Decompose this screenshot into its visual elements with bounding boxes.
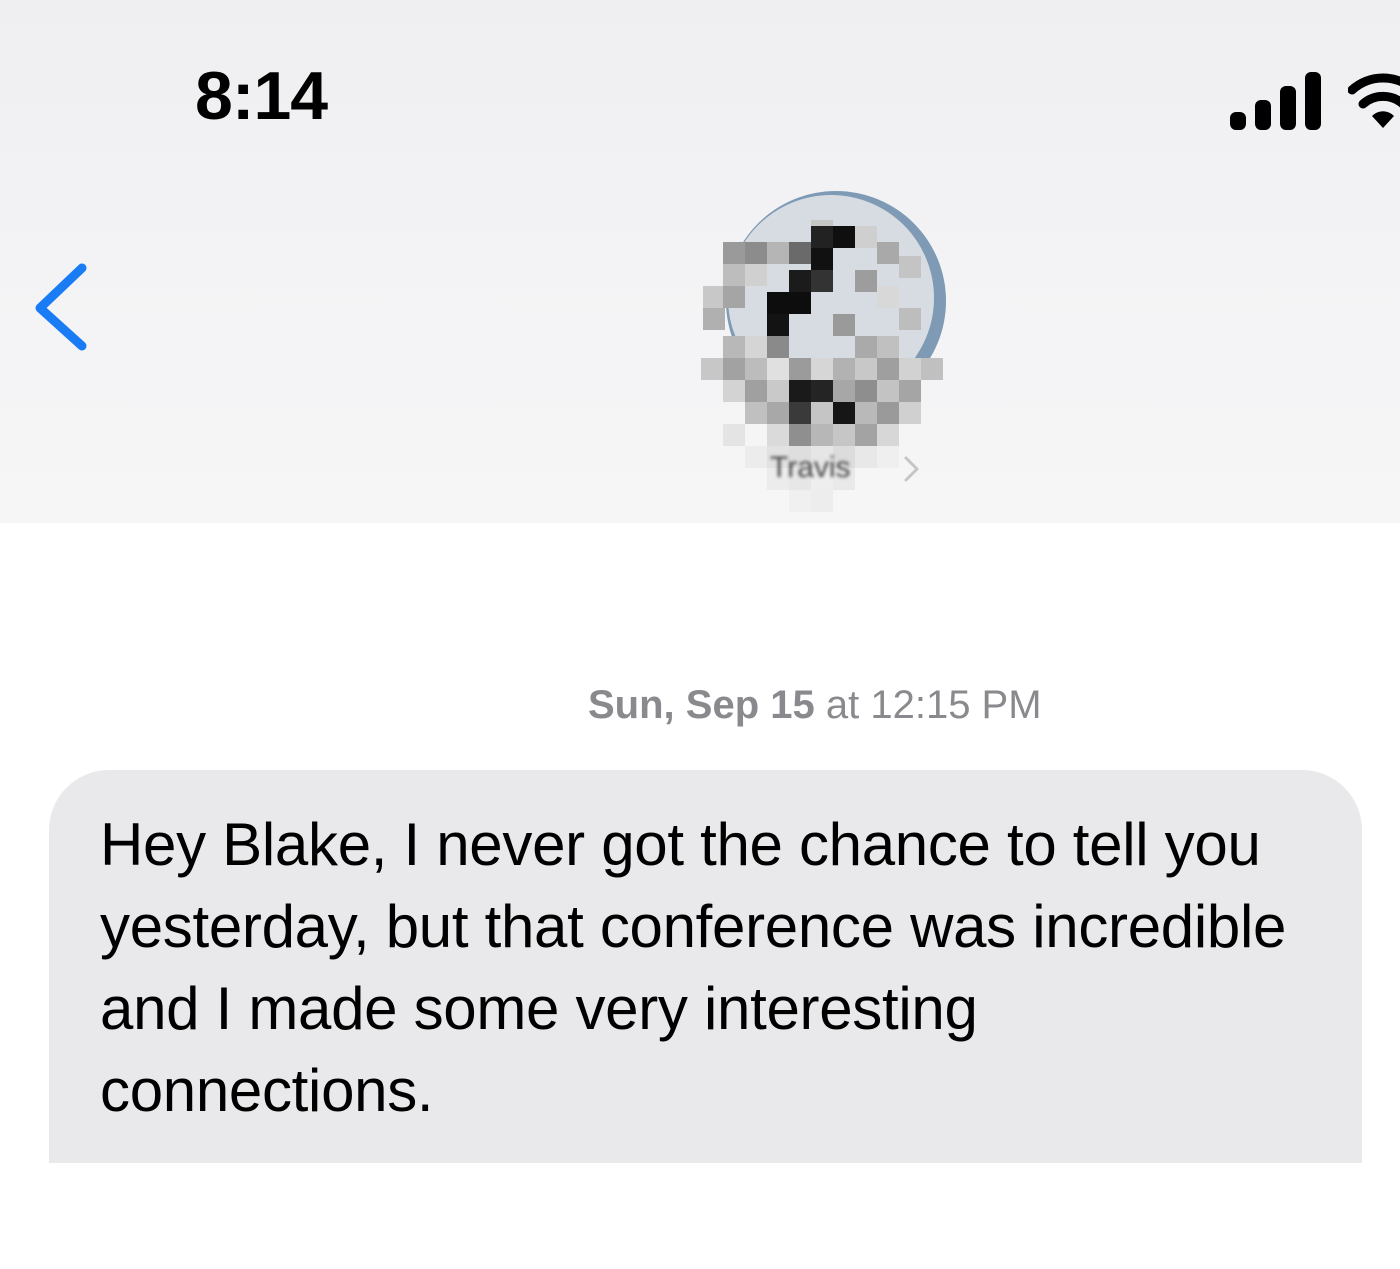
contact-name[interactable]: Travis: [770, 448, 910, 488]
incoming-message-bubble[interactable]: Hey Blake, I never got the chance to tel…: [49, 770, 1362, 1163]
chevron-right-icon: [904, 456, 919, 482]
wifi-icon: [1348, 73, 1400, 128]
message-timestamp: Sun, Sep 15 at 12:15 PM: [0, 680, 1400, 730]
cellular-signal-icon: [1230, 72, 1321, 130]
message-text: Hey Blake, I never got the chance to tel…: [100, 811, 1287, 1124]
timestamp-day: Sun, Sep 15: [588, 683, 815, 727]
status-bar-time: 8:14: [195, 58, 328, 134]
back-button[interactable]: [20, 248, 100, 368]
timestamp-time: at 12:15 PM: [814, 683, 1042, 727]
chevron-left-icon: [35, 263, 87, 351]
conversation-header: 8:14 Travis: [0, 0, 1400, 523]
